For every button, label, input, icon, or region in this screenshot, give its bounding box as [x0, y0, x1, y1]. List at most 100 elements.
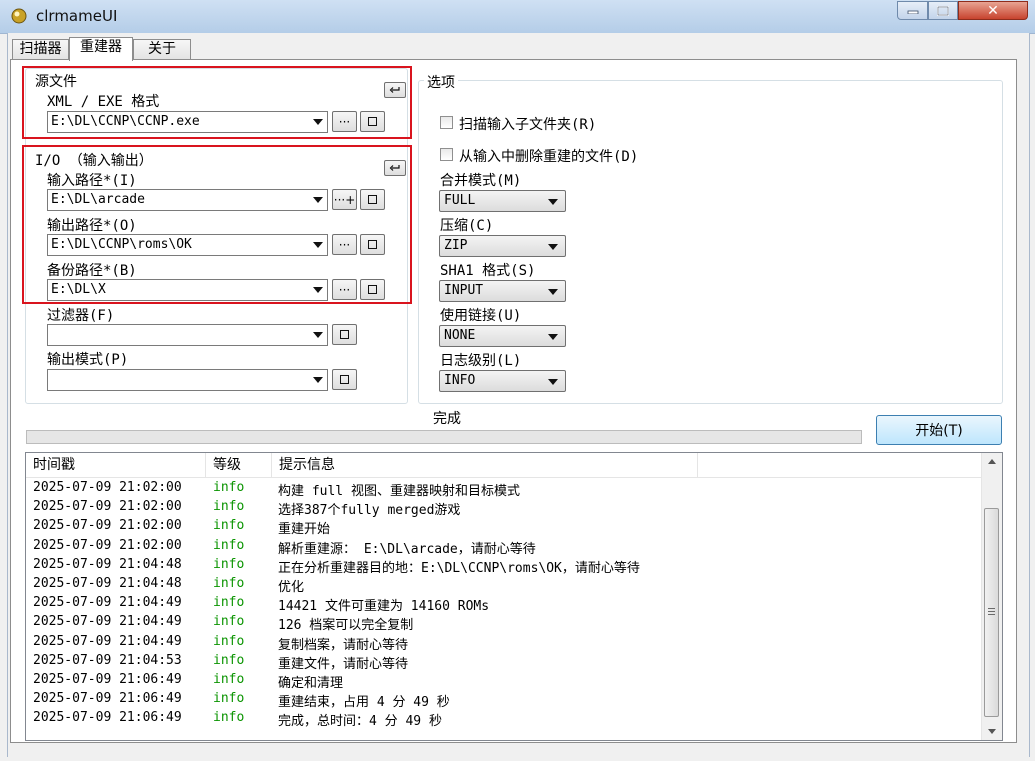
- start-button[interactable]: 开始(T): [876, 415, 1002, 445]
- output-path-combo[interactable]: E:\DL\CCNP\roms\OK: [47, 234, 328, 256]
- backup-edit-button[interactable]: [360, 279, 385, 300]
- chevron-down-icon: [313, 287, 323, 293]
- source-file-combo[interactable]: E:\DL\CCNP\CCNP.exe: [47, 111, 328, 133]
- minimize-button[interactable]: [897, 1, 928, 20]
- scroll-thumb[interactable]: [984, 508, 999, 717]
- compress-select[interactable]: ZIP: [439, 235, 566, 257]
- log-level: info: [213, 691, 245, 707]
- log-time: 2025-07-09 21:04:49: [33, 614, 182, 630]
- io-collapse-button[interactable]: [384, 160, 406, 176]
- chevron-down-icon: [313, 119, 323, 125]
- log-time: 2025-07-09 21:06:49: [33, 691, 182, 707]
- log-level: info: [213, 614, 245, 630]
- status-text: 完成: [433, 411, 461, 427]
- maximize-button[interactable]: [928, 1, 958, 20]
- backup-path-combo[interactable]: E:\DL\X: [47, 279, 328, 301]
- output-edit-button[interactable]: [360, 234, 385, 255]
- log-time: 2025-07-09 21:04:49: [33, 633, 182, 649]
- minimize-icon: [907, 10, 918, 14]
- use-link-label: 使用链接(U): [440, 308, 522, 324]
- backup-path-label: 备份路径*(B): [47, 263, 137, 279]
- log-list[interactable]: 时间戳 等级 提示信息 2025-07-09 21:02:00 info 构建 fu…: [25, 452, 1003, 741]
- grip-line: [988, 611, 995, 612]
- square-icon: [368, 285, 377, 294]
- return-arrow-icon: [389, 87, 400, 93]
- filter-combo[interactable]: [47, 324, 328, 346]
- log-row[interactable]: 2025-07-09 21:04:48 info 正在分析重建器目的地：E:\DL\…: [26, 557, 983, 576]
- chevron-up-icon: [987, 459, 996, 464]
- tab-label: 关于: [148, 41, 176, 57]
- merge-mode-label: 合并模式(M): [440, 173, 522, 189]
- log-row[interactable]: 2025-07-09 21:04:53 info 重建文件，请耐心等待: [26, 653, 983, 672]
- input-edit-button[interactable]: [360, 189, 385, 210]
- scan-subfolders-label[interactable]: 扫描输入子文件夹(R): [459, 114, 596, 134]
- merge-mode-select[interactable]: FULL: [439, 190, 566, 212]
- log-row[interactable]: 2025-07-09 21:06:49 info 完成，总时间：4 分 49 秒: [26, 710, 983, 729]
- log-level: info: [213, 652, 245, 668]
- title-bar[interactable]: clrmameUI ✕: [0, 0, 1035, 34]
- scan-subfolders-checkbox[interactable]: [440, 116, 453, 129]
- sha1-format-select[interactable]: INPUT: [439, 280, 566, 302]
- log-row[interactable]: 2025-07-09 21:02:00 info 重建开始: [26, 518, 983, 537]
- input-path-label: 输入路径*(I): [47, 173, 137, 189]
- chevron-down-icon: [548, 199, 558, 205]
- close-button[interactable]: ✕: [958, 1, 1028, 20]
- log-row[interactable]: 2025-07-09 21:02:00 info 构建 full 视图、重建器映射和…: [26, 480, 983, 499]
- log-time: 2025-07-09 21:02:00: [33, 499, 182, 515]
- input-path-combo[interactable]: E:\DL\arcade: [47, 189, 328, 211]
- log-row[interactable]: 2025-07-09 21:04:49 info 126 档案可以完全复制: [26, 614, 983, 633]
- log-row[interactable]: 2025-07-09 21:06:49 info 重建结束，占用 4 分 49 秒: [26, 691, 983, 710]
- output-mode-edit-button[interactable]: [332, 369, 357, 390]
- log-message: 构建 full 视图、重建器映射和目标模式: [278, 484, 520, 499]
- log-time: 2025-07-09 21:02:00: [33, 518, 182, 534]
- backup-browse-button[interactable]: ···: [332, 279, 357, 300]
- source-collapse-button[interactable]: [384, 82, 406, 98]
- compress-label: 压缩(C): [440, 218, 494, 234]
- log-time: 2025-07-09 21:04:49: [33, 595, 182, 611]
- log-row[interactable]: 2025-07-09 21:06:49 info 确定和清理: [26, 672, 983, 691]
- source-edit-button[interactable]: [360, 111, 385, 132]
- log-header: 时间戳 等级 提示信息: [26, 453, 983, 478]
- log-level: info: [213, 710, 245, 726]
- log-message: 重建结束，占用 4 分 49 秒: [278, 695, 450, 711]
- input-browse-add-button[interactable]: ···+: [332, 189, 357, 210]
- filter-edit-button[interactable]: [332, 324, 357, 345]
- log-row[interactable]: 2025-07-09 21:04:48 info 优化: [26, 576, 983, 595]
- column-header-message[interactable]: 提示信息: [272, 453, 698, 477]
- grip-line: [988, 608, 995, 609]
- tab-scanner[interactable]: 扫描器: [12, 39, 69, 60]
- log-message: 复制档案，请耐心等待: [278, 637, 409, 653]
- log-row[interactable]: 2025-07-09 21:04:49 info 14421 文件可重建为 1416…: [26, 595, 983, 614]
- output-mode-label: 输出模式(P): [47, 352, 129, 368]
- log-message: 选择387个fully merged游戏: [278, 503, 461, 519]
- tab-rebuilder[interactable]: 重建器: [69, 37, 133, 61]
- output-browse-button[interactable]: ···: [332, 234, 357, 255]
- use-link-select[interactable]: NONE: [439, 325, 566, 347]
- maximize-icon: [937, 5, 949, 16]
- scroll-down-button[interactable]: [982, 723, 1001, 740]
- remove-rebuilt-checkbox[interactable]: [440, 148, 453, 161]
- source-field-label: XML / EXE 格式: [47, 94, 160, 110]
- compress-value: ZIP: [444, 238, 468, 253]
- square-icon: [368, 240, 377, 249]
- log-row[interactable]: 2025-07-09 21:02:00 info 选择387个fully merge…: [26, 499, 983, 518]
- scroll-up-button[interactable]: [982, 453, 1001, 470]
- backup-path-value: E:\DL\X: [51, 282, 106, 297]
- tab-about[interactable]: 关于: [133, 39, 191, 60]
- output-mode-combo[interactable]: [47, 369, 328, 391]
- close-icon: ✕: [987, 2, 999, 19]
- chevron-down-icon: [313, 332, 323, 338]
- log-level-select[interactable]: INFO: [439, 370, 566, 392]
- log-level: info: [213, 576, 245, 591]
- source-browse-button[interactable]: ···: [332, 111, 357, 132]
- log-row[interactable]: 2025-07-09 21:02:00 info 解析重建源： E:\DL\arca…: [26, 538, 983, 557]
- source-group-title: 源文件: [32, 71, 80, 91]
- log-row[interactable]: 2025-07-09 21:04:49 info 复制档案，请耐心等待: [26, 634, 983, 653]
- chevron-down-icon: [313, 377, 323, 383]
- log-vertical-scrollbar[interactable]: [981, 453, 1002, 740]
- column-header-timestamp[interactable]: 时间戳: [26, 453, 206, 477]
- remove-rebuilt-label[interactable]: 从输入中删除重建的文件(D): [459, 146, 638, 166]
- log-message: 优化: [278, 580, 305, 595]
- chevron-down-icon: [548, 334, 558, 340]
- column-header-level[interactable]: 等级: [206, 453, 272, 477]
